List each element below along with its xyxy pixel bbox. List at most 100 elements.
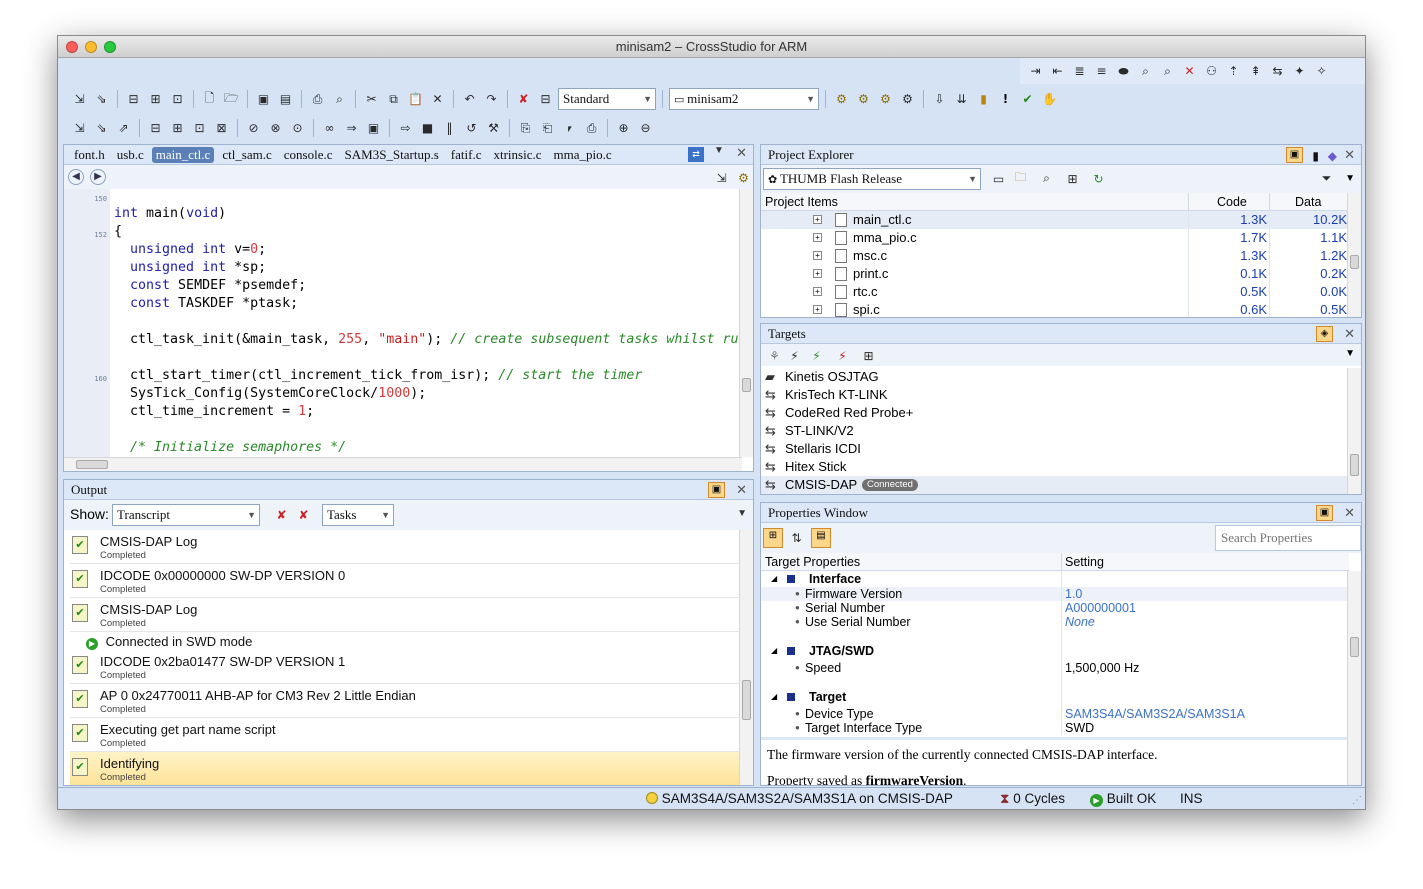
tasks-combo[interactable]: Tasks ▼ [322, 504, 394, 526]
list-item[interactable]: ⇆ ST-LINK/V2 [761, 422, 1347, 440]
hscroll-thumb[interactable] [76, 460, 108, 469]
show-combo[interactable]: Transcript ▼ [112, 504, 260, 526]
clear-all-icon[interactable]: ✘ [294, 505, 313, 524]
back-icon[interactable]: ◀ [68, 169, 84, 185]
collapse-icon[interactable]: ⊖ [636, 119, 655, 138]
list-item[interactable]: ▰ Kinetis OSJTAG [761, 368, 1347, 386]
tab-main-ctl-c[interactable]: main_ctl.c [151, 146, 215, 163]
scroll-thumb[interactable] [1350, 255, 1359, 269]
editor-vscroll[interactable] [739, 189, 753, 457]
table-row[interactable]: + msc.c 1.3K 1.2K [761, 247, 1347, 265]
new-item-icon[interactable]: ▭ [989, 169, 1008, 188]
targets-pin-icon[interactable]: ◈ [1316, 326, 1333, 342]
list-item[interactable]: ⇆ Hitex Stick [761, 458, 1347, 476]
clear-find-icon[interactable]: ✕ [1180, 62, 1199, 81]
property-row[interactable]: ● Use Serial Number None [761, 615, 1347, 629]
scroll-thumb[interactable] [1350, 637, 1359, 657]
go-icon[interactable]: ⇒ [342, 119, 361, 138]
list-item[interactable]: ✔ Executing get part name script Completed [70, 718, 740, 752]
trace-icon[interactable]: ⎘ [516, 119, 535, 138]
attach-icon[interactable]: ⇨ [396, 119, 415, 138]
project-save-icon[interactable]: ▮ [1312, 146, 1319, 166]
locals-icon[interactable]: ⊞ [146, 90, 165, 109]
open-folder-icon[interactable]: 🗁 [222, 90, 241, 109]
properties-icon[interactable]: ⊞ [1063, 169, 1082, 188]
resize-grip-icon[interactable]: ⋰ [1352, 790, 1362, 809]
property-row[interactable]: ● Firmware Version 1.0 [761, 587, 1347, 601]
comment-icon[interactable]: ≣ [1070, 62, 1089, 81]
new-file-icon[interactable]: 🗋 [200, 90, 219, 109]
download-icon[interactable]: ⇩ [930, 90, 949, 109]
clear-output-icon[interactable]: ✘ [272, 505, 291, 524]
output-vscroll[interactable] [739, 530, 753, 785]
list-item[interactable]: ✔ CMSIS-DAP Log Completed [70, 598, 740, 632]
reset-icon[interactable]: ↺ [462, 119, 481, 138]
compile-icon[interactable]: ⚙ [832, 90, 851, 109]
step-into-icon[interactable]: ⇲ [70, 90, 89, 109]
erase-target-icon[interactable]: ⚡ [833, 346, 852, 365]
output-pin-icon[interactable]: ▣ [708, 482, 725, 498]
expand-icon[interactable]: + [813, 215, 822, 224]
table-row[interactable]: + spi.c 0.6K 0.5K [761, 301, 1347, 317]
disable-breakpoints-icon[interactable]: ⊙ [288, 119, 307, 138]
registers-icon[interactable]: ⊡ [190, 119, 209, 138]
tab-sam3s-startup-s[interactable]: SAM3S_Startup.s [341, 147, 443, 163]
step-over-icon[interactable]: ⇘ [92, 90, 111, 109]
binoculars-icon[interactable]: ⚇ [1202, 62, 1221, 81]
step-over-icon[interactable]: ⇘ [92, 119, 111, 138]
tab-mma-pio-c[interactable]: mma_pio.c [549, 147, 615, 163]
filter-icon[interactable]: ⏷ [1317, 169, 1336, 188]
step-into-icon[interactable]: ⇲ [712, 168, 731, 187]
column-target-properties[interactable]: Target Properties [765, 553, 860, 571]
scroll-thumb[interactable] [742, 378, 751, 392]
editor-hscroll[interactable] [64, 457, 742, 471]
list-item[interactable]: ⇆ Stellaris ICDI [761, 440, 1347, 458]
close-output-icon[interactable]: ✕ [736, 480, 747, 500]
copy-icon[interactable]: ⧉ [384, 90, 403, 109]
project-pin-icon[interactable]: ▣ [1286, 147, 1303, 163]
undo-icon[interactable]: ↶ [460, 90, 479, 109]
outdent-icon[interactable]: ⇤ [1048, 62, 1067, 81]
goto-icon[interactable]: ✦ [1290, 62, 1309, 81]
collapse-icon[interactable]: ◢ [771, 689, 777, 705]
list-item[interactable]: ⇆ CMSIS-DAP Connected [761, 476, 1347, 494]
build-tools-icon[interactable]: ✘ [514, 90, 533, 109]
build-config-icon[interactable]: ⊟ [536, 90, 555, 109]
property-row[interactable]: ● Speed 1,500,000 Hz [761, 661, 1347, 675]
replace-icon[interactable]: ⇆ [1268, 62, 1287, 81]
zoom-window-button[interactable] [104, 41, 116, 53]
memory-icon[interactable]: ⊠ [212, 119, 231, 138]
alert-icon[interactable]: ! [996, 90, 1015, 109]
table-row[interactable]: + main_ctl.c 1.3K 10.2K [761, 211, 1347, 229]
rebuild-icon[interactable]: ⚙ [876, 90, 895, 109]
step-into-icon[interactable]: ⇲ [70, 119, 89, 138]
trace-next-icon[interactable]: ⎗ [538, 119, 557, 138]
expand-icon[interactable]: + [813, 233, 822, 242]
tab-font-h[interactable]: font.h [70, 147, 109, 163]
connect-icon[interactable]: ⚘ [765, 346, 784, 365]
tab-ctl-sam-c[interactable]: ctl_sam.c [218, 147, 275, 163]
project-config-combo[interactable]: ✿ THUMB Flash Release ▼ [763, 168, 981, 190]
section-target[interactable]: ◢ Target [761, 689, 1347, 705]
list-item[interactable]: ✔ Identifying Completed [70, 752, 740, 785]
find-files-icon[interactable]: ⇞ [1246, 62, 1265, 81]
disconnect-icon[interactable]: ⚡ [785, 346, 804, 365]
erase-icon[interactable]: ▮ [974, 90, 993, 109]
table-row[interactable]: + print.c 0.1K 0.2K [761, 265, 1347, 283]
delete-icon[interactable]: ✕ [428, 90, 447, 109]
search-properties-input[interactable] [1215, 525, 1361, 551]
list-item[interactable]: ✔ IDCODE 0x2ba01477 SW-DP VERSION 1 Comple… [70, 650, 740, 684]
run-icon[interactable]: ∞ [320, 119, 339, 138]
close-editor-icon[interactable]: ✕ [736, 145, 747, 161]
build-config-combo[interactable]: Standard ▼ [558, 88, 656, 110]
find-next-icon[interactable]: ⌕ [1158, 62, 1177, 81]
memory-icon[interactable]: ⊡ [168, 90, 187, 109]
close-project-explorer-icon[interactable]: ✕ [1344, 145, 1355, 165]
build-icon[interactable]: ⚙ [854, 90, 873, 109]
output-options-icon[interactable]: ▼ [737, 508, 747, 519]
targets-vscroll[interactable] [1347, 368, 1361, 494]
locals-icon[interactable]: ⊞ [168, 119, 187, 138]
bookmark-icon[interactable]: ⬬ [1114, 62, 1133, 81]
trace-out-icon[interactable]: ⎙ [582, 119, 601, 138]
pause-icon[interactable]: ‖ [440, 119, 459, 138]
